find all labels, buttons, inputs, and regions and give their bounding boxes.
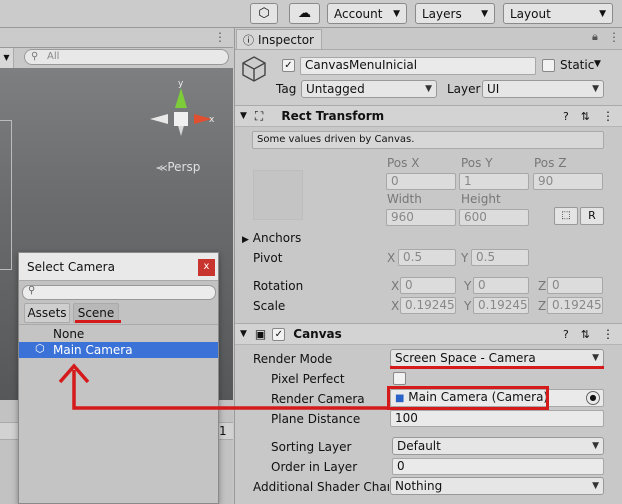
- annotation-arrow: [58, 363, 387, 410]
- arrow-path: [72, 370, 387, 410]
